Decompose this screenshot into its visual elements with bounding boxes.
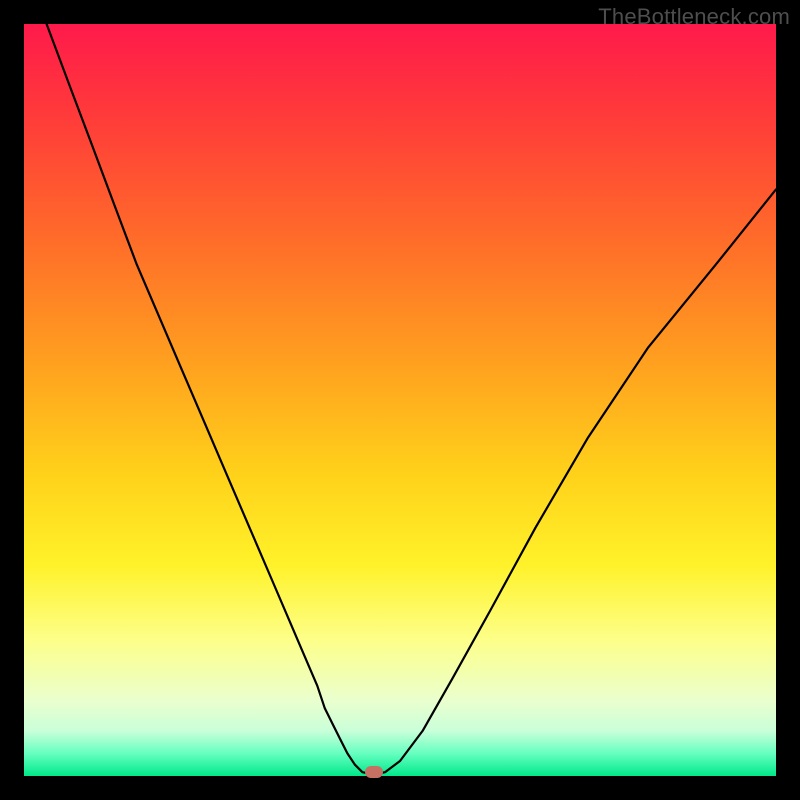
watermark-text: TheBottleneck.com [598, 4, 790, 30]
bottleneck-marker [365, 766, 383, 778]
bottleneck-curve [24, 24, 776, 776]
plot-area [24, 24, 776, 776]
outer-frame: TheBottleneck.com [0, 0, 800, 800]
curve-path [47, 24, 776, 774]
